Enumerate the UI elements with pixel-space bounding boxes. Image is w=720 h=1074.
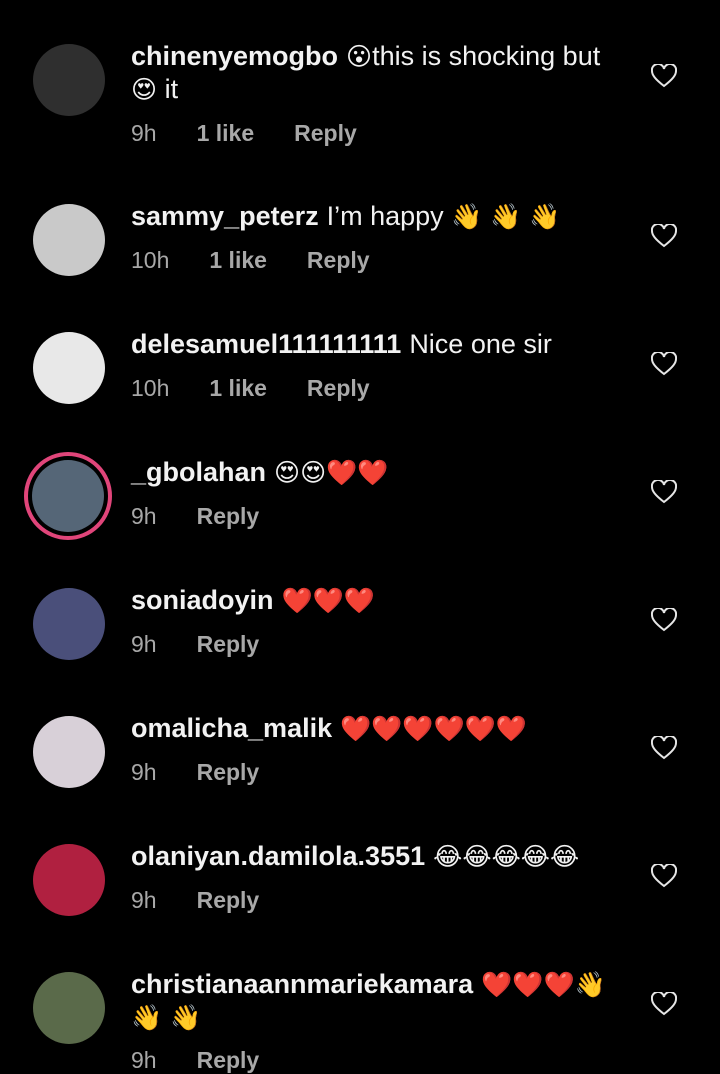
emoji: 👋 👋 <box>131 1003 202 1032</box>
comment-time: 9h <box>131 120 157 146</box>
emoji: 😍 <box>131 75 158 104</box>
emoji: ❤️❤️❤️👋 <box>481 970 606 999</box>
comment-meta: 10h 1 like Reply <box>131 247 370 274</box>
comment-body: Nice one sir <box>409 329 552 359</box>
reply-button[interactable]: Reply <box>294 120 357 147</box>
emoji: ❤️❤️❤️❤️❤️❤️ <box>340 714 527 743</box>
avatar-story-ring[interactable] <box>24 452 112 540</box>
comment-username[interactable]: soniadoyin <box>131 585 274 615</box>
comment-meta: 9h Reply <box>131 1047 259 1074</box>
reply-button[interactable]: Reply <box>197 759 260 786</box>
comment-text: olaniyan.damilola.3551 😂😂😂😂😂 <box>131 840 621 873</box>
emoji: 😍😍❤️❤️ <box>274 458 389 487</box>
like-count[interactable]: 1 like <box>209 375 267 402</box>
heart-icon[interactable] <box>651 352 677 376</box>
comment-username[interactable]: sammy_peterz <box>131 201 319 231</box>
comment-username[interactable]: olaniyan.damilola.3551 <box>131 841 425 871</box>
reply-button[interactable]: Reply <box>197 1047 260 1074</box>
like-count[interactable]: 1 like <box>209 247 267 274</box>
comment-username[interactable]: delesamuel111111111 <box>131 329 401 359</box>
heart-icon[interactable] <box>651 864 677 888</box>
heart-icon[interactable] <box>651 736 677 760</box>
heart-icon[interactable] <box>651 224 677 248</box>
avatar[interactable] <box>33 588 105 660</box>
comment-meta: 9h Reply <box>131 631 259 658</box>
comment-body-cont: it <box>164 74 179 104</box>
comment-meta: 9h Reply <box>131 503 259 530</box>
comment-username[interactable]: chinenyemogbo <box>131 41 338 71</box>
avatar[interactable] <box>33 332 105 404</box>
comment-time: 9h <box>131 503 157 529</box>
reply-button[interactable]: Reply <box>197 887 260 914</box>
comment-username[interactable]: christianaannmariekamara <box>131 969 473 999</box>
comment-text: chinenyemogbo 😮this is shocking but 😍 it <box>131 40 621 106</box>
comment-meta: 10h 1 like Reply <box>131 375 370 402</box>
comment-time: 10h <box>131 375 170 401</box>
comment-text: soniadoyin ❤️❤️❤️ <box>131 584 621 617</box>
emoji: 😮 <box>346 42 373 71</box>
heart-icon[interactable] <box>651 64 677 88</box>
reply-button[interactable]: Reply <box>307 375 370 402</box>
comment-meta: 9h Reply <box>131 759 259 786</box>
avatar[interactable] <box>33 844 105 916</box>
comment-time: 9h <box>131 887 157 913</box>
comment-body: I’m happy <box>326 201 444 231</box>
comment-meta: 9h 1 like Reply <box>131 120 357 147</box>
avatar[interactable] <box>33 716 105 788</box>
comment-text: _gbolahan 😍😍❤️❤️ <box>131 456 621 489</box>
avatar[interactable] <box>33 972 105 1044</box>
avatar <box>32 460 104 532</box>
comment-time: 9h <box>131 631 157 657</box>
emoji: ❤️❤️❤️ <box>281 586 375 615</box>
comment-text: omalicha_malik ❤️❤️❤️❤️❤️❤️ <box>131 712 621 745</box>
avatar[interactable] <box>33 204 105 276</box>
reply-button[interactable]: Reply <box>197 503 260 530</box>
comment-text: delesamuel111111111 Nice one sir <box>131 328 621 361</box>
comment-username[interactable]: _gbolahan <box>131 457 266 487</box>
reply-button[interactable]: Reply <box>307 247 370 274</box>
comment-time: 9h <box>131 759 157 785</box>
comment-text: christianaannmariekamara ❤️❤️❤️👋 👋 👋 <box>131 968 621 1034</box>
comment-body: this is shocking but <box>372 41 601 71</box>
emoji: 👋 👋 👋 <box>451 202 561 231</box>
avatar[interactable] <box>33 44 105 116</box>
comment-time: 10h <box>131 247 170 273</box>
comment-time: 9h <box>131 1047 157 1073</box>
reply-button[interactable]: Reply <box>197 631 260 658</box>
heart-icon[interactable] <box>651 480 677 504</box>
like-count[interactable]: 1 like <box>197 120 255 147</box>
heart-icon[interactable] <box>651 992 677 1016</box>
comment-meta: 9h Reply <box>131 887 259 914</box>
comment-username[interactable]: omalicha_malik <box>131 713 332 743</box>
comment-text: sammy_peterz I’m happy 👋 👋 👋 <box>131 200 621 233</box>
heart-icon[interactable] <box>651 608 677 632</box>
emoji: 😂😂😂😂😂 <box>433 842 580 871</box>
